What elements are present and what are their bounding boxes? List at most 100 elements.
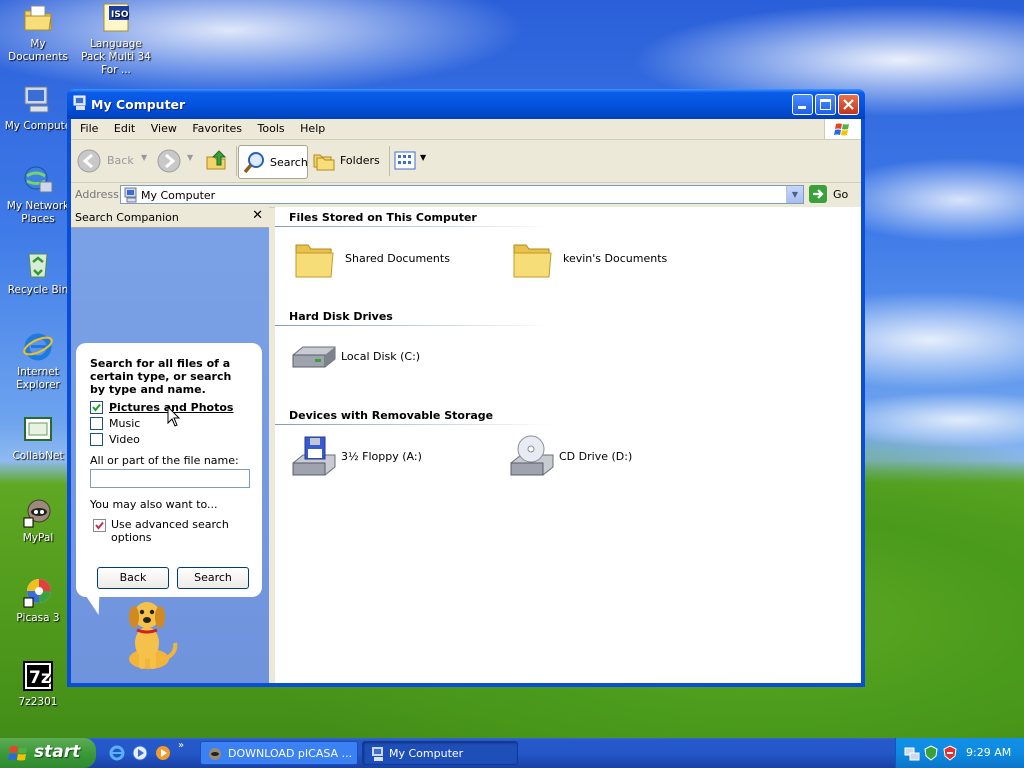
menu-view[interactable]: View [145, 119, 183, 135]
desktop-icon-mypal[interactable]: MyPal [0, 496, 76, 545]
search-pane-button[interactable]: Search [177, 567, 249, 589]
windows-logo-icon [824, 119, 861, 139]
close-button[interactable] [838, 94, 859, 115]
security-tray-icon[interactable] [923, 745, 939, 764]
item-shared-documents[interactable]: Shared Documents [293, 237, 493, 281]
address-label: Address [75, 188, 119, 201]
window-title: My Computer [91, 97, 186, 112]
item-floppy-drive[interactable]: 3½ Floppy (A:) [289, 435, 489, 479]
quicklaunch-ie-icon[interactable] [108, 744, 126, 765]
group-divider [275, 325, 555, 326]
desktop-icon-internet-explorer[interactable]: Internet Explorer [0, 330, 76, 392]
desktop-icon-label: Picasa 3 [16, 612, 60, 624]
up-folder-button[interactable] [205, 148, 231, 174]
desktop-icon-collabnet[interactable]: CollabNet [0, 414, 76, 463]
desktop-icon-label: My Documents [8, 38, 68, 63]
desktop-icon-label: My Compute [4, 120, 72, 132]
taskbar-button-download-picasa[interactable]: DOWNLOAD pICASA ... [200, 741, 358, 765]
checkmark-icon [95, 521, 104, 530]
group-header-files-stored: Files Stored on This Computer [289, 211, 477, 224]
file-list-pane: Files Stored on This Computer Shared Doc… [275, 207, 861, 683]
checkbox-video-box[interactable] [90, 433, 103, 446]
search-dog-icon[interactable] [117, 597, 181, 676]
desktop-icon-my-documents[interactable]: My Documents [0, 2, 76, 64]
close-pane-icon[interactable]: ✕ [252, 208, 263, 223]
back-button[interactable]: Back ▼ [77, 148, 147, 174]
forward-dropdown-icon: ▼ [187, 153, 194, 162]
recycle-bin-icon [22, 248, 54, 280]
quicklaunch-media-icon[interactable] [131, 744, 149, 765]
desktop-icon-recycle-bin[interactable]: Recycle Bin [0, 248, 76, 297]
svg-text:ISO: ISO [111, 10, 129, 20]
desktop-icon-my-computer[interactable]: My Compute [0, 84, 76, 133]
group-header-hard-disks: Hard Disk Drives [289, 310, 393, 323]
views-button[interactable]: ▼ [393, 150, 429, 172]
go-arrow-icon [809, 185, 827, 203]
minimize-button[interactable] [792, 94, 813, 115]
go-button[interactable]: Go [809, 185, 857, 205]
shield-tray-icon[interactable] [942, 745, 958, 764]
quicklaunch-expand-icon[interactable]: » [178, 740, 184, 751]
search-prompt: Search for all files of a certain type, … [90, 357, 232, 396]
my-computer-icon [22, 84, 54, 116]
network-tray-icon[interactable] [904, 745, 920, 764]
desktop-icon-7zip[interactable]: 7z 7z2301 [0, 660, 76, 709]
checkmark-icon [92, 403, 101, 412]
search-companion-header: Search Companion ✕ [71, 207, 269, 228]
desktop-icon-picasa[interactable]: Picasa 3 [0, 576, 76, 625]
folders-button[interactable]: Folders [313, 148, 383, 174]
back-dropdown-icon: ▼ [141, 153, 148, 162]
my-computer-small-icon [372, 747, 383, 761]
checkbox-video[interactable]: Video [90, 433, 250, 447]
address-field[interactable]: My Computer ▼ [120, 185, 804, 204]
mypal-icon [22, 496, 54, 528]
iso-file-icon: ISO [100, 2, 132, 34]
item-local-disk[interactable]: Local Disk (C:) [289, 335, 489, 379]
also-label: You may also want to... [90, 498, 218, 511]
desktop-icon-label: My Network Places [6, 200, 70, 225]
clock[interactable]: 9:29 AM [966, 746, 1011, 759]
search-companion-pane: Search Companion ✕ Search for all files … [71, 207, 269, 683]
system-tray: 9:29 AM [895, 738, 1024, 768]
checkbox-pictures-box[interactable] [90, 401, 103, 414]
search-button[interactable]: Search [238, 145, 308, 179]
start-button[interactable]: start [0, 738, 96, 768]
picasa-icon [22, 576, 54, 608]
item-cd-drive[interactable]: CD Drive (D:) [507, 435, 707, 479]
address-dropdown-button[interactable]: ▼ [786, 186, 803, 203]
desktop-icon-label: Internet Explorer [16, 366, 60, 391]
checkbox-music-box[interactable] [90, 417, 103, 430]
menu-favorites[interactable]: Favorites [186, 119, 248, 135]
desktop-icon-label: Language Pack Multi 34 For ... [81, 38, 151, 76]
menu-edit[interactable]: Edit [108, 119, 141, 135]
my-documents-icon [22, 2, 54, 34]
internet-explorer-icon [22, 330, 54, 362]
filename-input[interactable] [90, 469, 250, 488]
desktop-icon-network[interactable]: My Network Places [0, 164, 76, 226]
menu-tools[interactable]: Tools [252, 119, 291, 135]
advanced-search-option[interactable]: Use advanced search options [90, 518, 250, 548]
mouse-pointer-icon [167, 405, 181, 431]
title-bar[interactable]: My Computer [67, 89, 865, 119]
taskbar-button-my-computer[interactable]: My Computer [362, 741, 518, 765]
maximize-button[interactable] [815, 94, 836, 115]
menu-file[interactable]: File [74, 119, 104, 135]
desktop-icon-iso[interactable]: ISO Language Pack Multi 34 For ... [78, 2, 154, 77]
up-folder-icon [206, 150, 227, 170]
advanced-search-checkbox[interactable] [93, 519, 106, 532]
mypal-icon [209, 748, 221, 760]
7zip-icon: 7z [22, 660, 54, 692]
desktop-icon-label: Recycle Bin [7, 284, 69, 296]
windows-flag-icon [8, 746, 27, 761]
menu-help[interactable]: Help [294, 119, 331, 135]
address-bar: Address My Computer ▼ Go [71, 183, 861, 208]
quicklaunch-media-player-icon[interactable] [154, 744, 172, 765]
forward-arrow-icon [157, 149, 181, 173]
item-kevins-documents[interactable]: kevin's Documents [511, 237, 711, 281]
svg-text:7z: 7z [29, 668, 51, 688]
back-pane-button[interactable]: Back [97, 567, 169, 589]
cd-drive-icon [510, 435, 554, 476]
forward-button[interactable]: ▼ [157, 148, 197, 174]
group-header-removable: Devices with Removable Storage [289, 409, 494, 422]
views-dropdown-icon: ▼ [420, 153, 427, 162]
